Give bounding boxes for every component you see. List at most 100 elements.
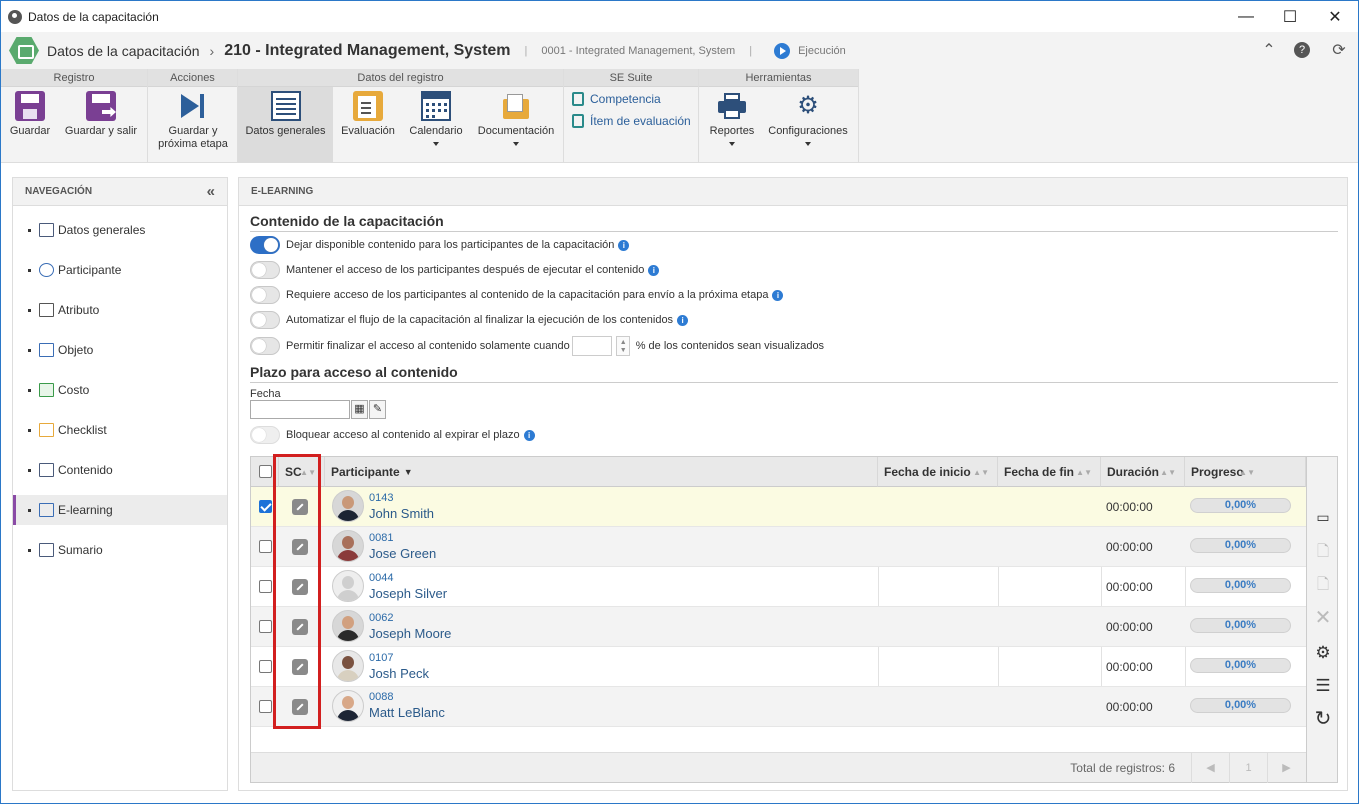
save-exit-icon [86, 91, 116, 121]
info-icon[interactable]: i [523, 429, 535, 441]
title-bar: Datos de la capacitación — ☐ ✕ [1, 1, 1358, 32]
settings-icon[interactable]: ⚙ [1313, 643, 1333, 663]
refresh-icon[interactable]: ⟳ [1329, 40, 1349, 60]
row-checkbox[interactable] [259, 540, 272, 553]
nav-item-datos-generales[interactable]: Datos generales [13, 215, 227, 245]
grid-footer: Total de registros: 6 ◀ 1 ▶ [251, 752, 1306, 783]
table-row[interactable]: 0143 John Smith 00:00:00 0,00% [251, 487, 1306, 527]
duration: 00:00:00 [1106, 500, 1153, 514]
column-header-duracion[interactable]: Duración ▲▼ [1101, 457, 1185, 487]
column-label: Duración [1107, 464, 1160, 479]
nav-item-label: Checklist [58, 423, 107, 437]
participant-name[interactable]: John Smith [369, 506, 434, 521]
table-row[interactable]: 0044 Joseph Silver 00:00:00 0,00% [251, 567, 1306, 607]
page-number[interactable]: 1 [1229, 753, 1267, 783]
progress-bar: 0,00% [1190, 618, 1291, 633]
save-next-stage-button[interactable]: Guardar y próxima etapa [152, 87, 234, 163]
calendar-button[interactable]: Calendario [403, 87, 469, 163]
add-file-icon[interactable]: 🗋 [1313, 542, 1333, 562]
delete-icon[interactable]: ✕ [1313, 608, 1333, 628]
remove-file-icon[interactable]: 🗋 [1313, 575, 1333, 595]
save-and-exit-button[interactable]: Guardar y salir [61, 87, 141, 163]
toggle-switch[interactable] [250, 236, 280, 254]
prev-page-button[interactable]: ◀ [1191, 753, 1229, 783]
clipboard-check-icon [353, 91, 383, 121]
ribbon-group-registro: Registro Guardar Guardar y salir [1, 69, 148, 163]
info-icon[interactable]: i [618, 239, 630, 251]
column-header-progreso[interactable]: Progreso ▲▼ [1185, 457, 1306, 487]
percent-spinner[interactable]: ▲ ▼ [615, 336, 630, 356]
column-header-participante[interactable]: Participante ▼ [325, 457, 878, 487]
item-evaluacion-link[interactable]: Ítem de evaluación [572, 114, 691, 128]
toggle-switch[interactable] [250, 337, 280, 355]
navigation-panel: NAVEGACIÓN « Datos generales Participant… [12, 177, 228, 791]
participant-name[interactable]: Jose Green [369, 546, 436, 561]
column-header-fecha-inicio[interactable]: Fecha de inicio ▲▼ [878, 457, 998, 487]
collapse-up-icon[interactable]: ⌃ [1259, 40, 1279, 60]
clear-date-icon[interactable]: ✎ [369, 400, 386, 419]
info-icon[interactable]: i [648, 264, 660, 276]
row-checkbox[interactable] [259, 660, 272, 673]
row-checkbox[interactable] [259, 700, 272, 713]
settings-button[interactable]: ⚙ Configuraciones [765, 87, 851, 163]
collapse-left-icon[interactable]: « [207, 183, 215, 200]
dropdown-arrow-icon [805, 142, 811, 146]
select-all-checkbox[interactable] [259, 465, 272, 478]
nav-item-sumario[interactable]: Sumario [13, 535, 227, 565]
participant-name[interactable]: Matt LeBlanc [369, 705, 445, 720]
calendar-picker-icon[interactable]: ▦ [351, 400, 368, 419]
help-icon[interactable]: ? [1294, 42, 1310, 58]
participant-id: 0143 [369, 492, 394, 504]
participant-name[interactable]: Josh Peck [369, 666, 429, 681]
floppy-disk-icon [15, 91, 45, 121]
table-row[interactable]: 0088 Matt LeBlanc 00:00:00 0,00% [251, 687, 1306, 727]
next-page-button[interactable]: ▶ [1267, 753, 1305, 783]
competencia-link[interactable]: Competencia [572, 92, 661, 106]
save-button[interactable]: Guardar [5, 87, 55, 163]
toggle-switch[interactable] [250, 261, 280, 279]
toggle-label: Permitir finalizar el acceso al contenid… [286, 340, 570, 352]
info-icon[interactable]: i [772, 289, 784, 301]
info-icon[interactable]: i [677, 314, 689, 326]
percent-input[interactable] [571, 336, 612, 356]
save-next-label-line1: Guardar y [168, 125, 218, 137]
minimize-button[interactable]: — [1223, 1, 1269, 32]
date-input[interactable] [250, 400, 350, 419]
table-row[interactable]: 0081 Jose Green 00:00:00 0,00% [251, 527, 1306, 567]
participant-name[interactable]: Joseph Moore [369, 626, 451, 641]
row-checkbox[interactable] [259, 620, 272, 633]
nav-item-objeto[interactable]: Objeto [13, 335, 227, 365]
view-icon[interactable]: ▭ [1313, 507, 1333, 527]
nav-item-checklist[interactable]: Checklist [13, 415, 227, 445]
toggle-switch[interactable] [250, 311, 280, 329]
list-icon[interactable]: ☰ [1313, 676, 1333, 696]
row-checkbox[interactable] [259, 580, 272, 593]
participant-name[interactable]: Joseph Silver [369, 586, 447, 601]
toggle-label: % de los contenidos sean visualizados [635, 340, 825, 352]
reports-button[interactable]: Reportes [703, 87, 761, 163]
nav-item-participante[interactable]: Participante [13, 255, 227, 285]
table-row[interactable]: 0107 Josh Peck 00:00:00 0,00% [251, 647, 1306, 687]
training-logo-icon [9, 37, 39, 64]
avatar [332, 530, 364, 562]
nav-item-atributo[interactable]: Atributo [13, 295, 227, 325]
row-checkbox[interactable] [259, 500, 272, 513]
nav-item-e-learning[interactable]: E-learning [13, 495, 227, 525]
column-header-fecha-fin[interactable]: Fecha de fin ▲▼ [998, 457, 1101, 487]
general-data-button[interactable]: Datos generales [238, 87, 333, 163]
close-button[interactable]: ✕ [1312, 1, 1358, 32]
table-row[interactable]: 0062 Joseph Moore 00:00:00 0,00% [251, 607, 1306, 647]
evaluation-button[interactable]: Evaluación [335, 87, 401, 163]
toggle-row: Requiere acceso de los participantes al … [250, 286, 784, 304]
nav-item-costo[interactable]: Costo [13, 375, 227, 405]
column-label: Fecha de fin [1004, 464, 1075, 479]
toggle-switch[interactable] [250, 286, 280, 304]
toggle-label: Automatizar el flujo de la capacitación … [286, 314, 674, 326]
toggle-switch[interactable] [250, 426, 280, 444]
breadcrumb-app[interactable]: Datos de la capacitación [47, 43, 200, 59]
documentation-button[interactable]: Documentación [473, 87, 559, 163]
nav-item-contenido[interactable]: Contenido [13, 455, 227, 485]
maximize-button[interactable]: ☐ [1267, 1, 1313, 32]
window-title: Datos de la capacitación [28, 9, 159, 24]
refresh-icon[interactable]: ↻ [1313, 709, 1333, 729]
